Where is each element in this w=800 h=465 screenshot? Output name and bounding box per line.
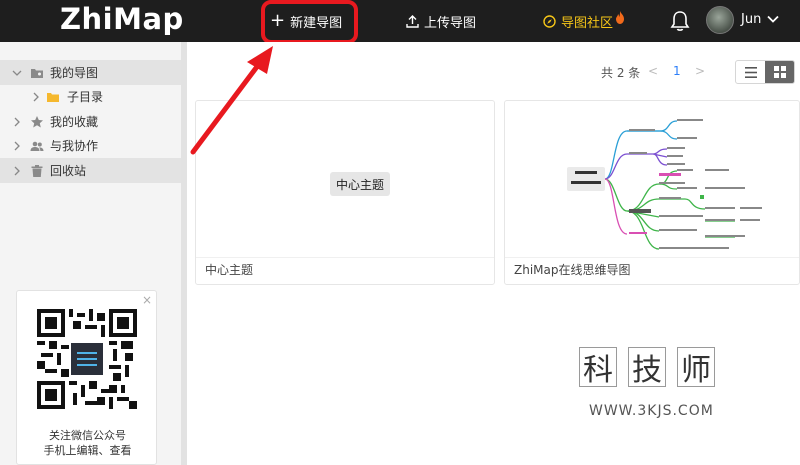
sidebar-item-subdirectory[interactable]: 子目录 <box>0 84 181 109</box>
watermark-char: 师 <box>677 347 715 388</box>
card-divider <box>505 257 799 258</box>
map-card[interactable]: ZhiMap在线思维导图 <box>504 100 800 285</box>
community-button[interactable]: 导图社区 <box>543 0 625 42</box>
grid-view-button[interactable] <box>765 61 794 83</box>
trash-icon <box>31 164 43 177</box>
compass-icon <box>543 14 556 28</box>
list-icon <box>744 66 757 78</box>
sidebar-item-label: 回收站 <box>50 164 87 178</box>
sidebar-item-label: 与我协作 <box>50 139 99 153</box>
qr-code-icon <box>37 309 137 409</box>
watermark-char: 科 <box>579 347 617 388</box>
pagination-next-button[interactable]: > <box>695 64 705 78</box>
view-toggle <box>735 60 795 84</box>
highlight-annotation <box>261 0 358 44</box>
notification-bell-icon[interactable] <box>669 9 691 33</box>
grid-icon <box>773 66 786 78</box>
sidebar-item-label: 我的导图 <box>50 66 99 80</box>
chevron-right-icon[interactable] <box>11 116 23 128</box>
sidebar-item-my-maps[interactable]: 我的导图 <box>0 60 181 85</box>
close-icon[interactable]: × <box>142 293 152 307</box>
annotation-arrow-icon <box>190 46 273 155</box>
chevron-right-icon[interactable] <box>30 91 42 103</box>
card-divider <box>196 257 494 258</box>
list-view-button[interactable] <box>736 61 765 83</box>
folder-user-icon <box>31 68 43 78</box>
qr-caption-line1: 关注微信公众号 <box>49 429 126 442</box>
sidebar-item-collaboration[interactable]: 与我协作 <box>0 133 181 158</box>
chevron-right-icon[interactable] <box>11 140 23 152</box>
qr-caption-line2: 手机上编辑、查看 <box>43 444 132 457</box>
map-card-title: ZhiMap在线思维导图 <box>514 263 631 277</box>
chevron-right-icon[interactable] <box>11 165 23 177</box>
upload-map-button[interactable]: 上传导图 <box>406 0 476 42</box>
map-center-topic: 中心主题 <box>330 172 390 196</box>
folder-icon <box>47 92 59 102</box>
people-icon <box>30 141 44 151</box>
star-icon <box>31 115 43 127</box>
top-navbar: ZhiMap + 新建导图 上传导图 导图社区 Jun <box>0 0 800 44</box>
app-logo[interactable]: ZhiMap <box>60 2 184 36</box>
upload-icon <box>406 14 419 28</box>
sidebar-item-trash[interactable]: 回收站 <box>0 158 181 183</box>
watermark-url: WWW.3KJS.COM <box>589 403 714 419</box>
wechat-qr-card: × 关注微信公众号 手机上编辑、查看 <box>16 290 157 465</box>
sidebar-item-label: 我的收藏 <box>50 115 99 129</box>
mindmap-thumbnail <box>567 119 762 250</box>
user-avatar[interactable] <box>706 6 734 34</box>
watermark-char: 技 <box>628 347 666 388</box>
upload-map-label: 上传导图 <box>424 15 477 31</box>
chevron-down-icon[interactable] <box>766 12 780 26</box>
map-card-title: 中心主题 <box>205 263 254 277</box>
chevron-down-icon[interactable] <box>11 67 23 79</box>
sidebar-item-label: 子目录 <box>67 90 104 104</box>
pagination-current-page[interactable]: 1 <box>673 64 681 78</box>
sidebar-item-favorites[interactable]: 我的收藏 <box>0 109 181 134</box>
fire-icon <box>616 10 625 24</box>
pagination-prev-button[interactable]: < <box>648 64 658 78</box>
total-count: 共 2 条 <box>601 66 641 80</box>
community-label: 导图社区 <box>561 15 614 31</box>
username-label[interactable]: Jun <box>741 12 761 27</box>
